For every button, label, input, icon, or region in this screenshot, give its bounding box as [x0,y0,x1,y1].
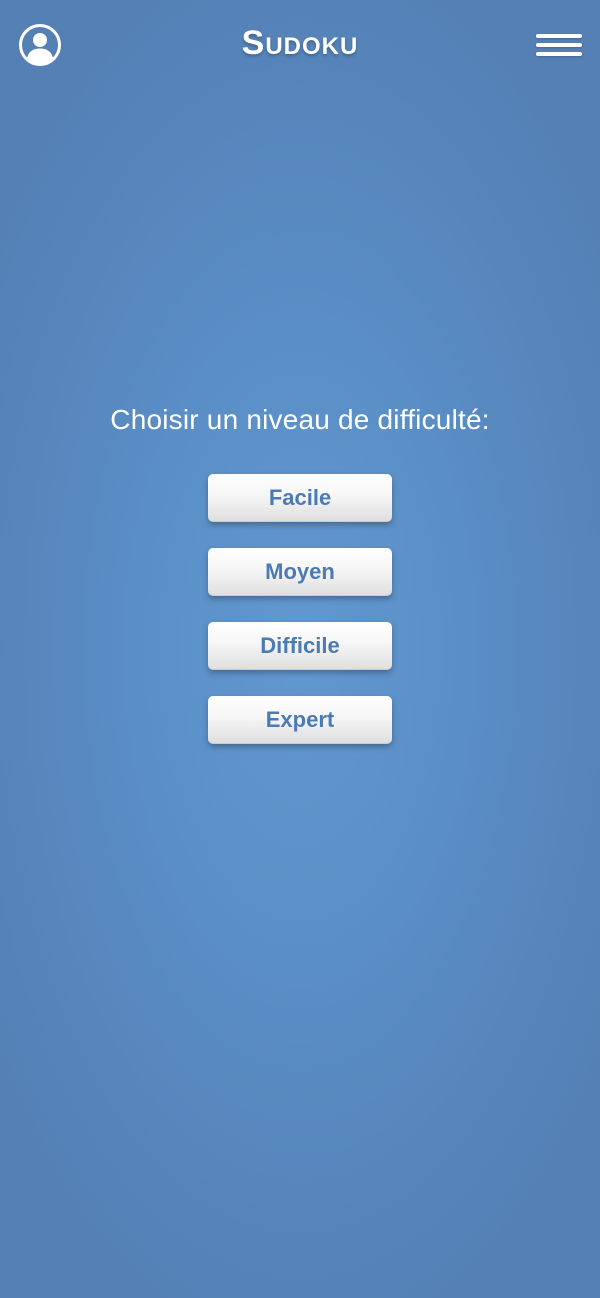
page-title: Sudoku [241,24,359,62]
hamburger-menu-icon [536,34,582,38]
hamburger-menu-icon-line [536,52,582,56]
menu-button[interactable] [536,33,584,59]
difficulty-prompt: Choisir un niveau de difficulté: [110,404,490,435]
level-button-difficile[interactable]: Difficile [208,622,392,670]
hamburger-menu-icon-line [536,43,582,47]
difficulty-options: Facile Moyen Difficile Expert [208,474,392,770]
level-button-moyen[interactable]: Moyen [208,548,392,596]
level-button-facile[interactable]: Facile [208,474,392,522]
level-button-expert[interactable]: Expert [208,696,392,744]
app-header: Sudoku [0,0,600,92]
